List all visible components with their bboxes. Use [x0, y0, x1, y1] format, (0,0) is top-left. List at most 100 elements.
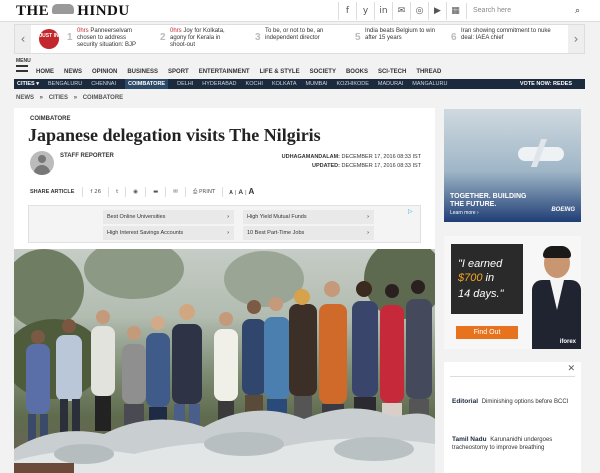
- dateline-value: DECEMBER 17, 2016 08:33 IST: [341, 154, 421, 160]
- city-chennai[interactable]: CHENNAI: [91, 79, 116, 89]
- nav-item-life-style[interactable]: LIFE & STYLE: [260, 66, 300, 78]
- epaper-icon[interactable]: ▦: [446, 2, 464, 20]
- facebook-share-button[interactable]: f 26: [82, 187, 108, 197]
- city-bengaluru[interactable]: BENGALURU: [48, 79, 82, 89]
- logo-text-hindu: HINDU: [77, 3, 130, 19]
- reddit-share-button[interactable]: ◉: [125, 187, 145, 197]
- man-hair: [543, 246, 571, 258]
- nav-item-entertainment[interactable]: ENTERTAINMENT: [199, 66, 250, 78]
- city-coimbatore[interactable]: COIMBATORE: [125, 79, 169, 89]
- vote-now-link[interactable]: VOTE NOW: REDES: [515, 79, 576, 89]
- nav-item-opinion[interactable]: OPINION: [92, 66, 117, 78]
- nav-item-home[interactable]: HOME: [36, 66, 54, 78]
- ticker-item[interactable]: 1 0hrs Panneerselvam chosen to address s…: [67, 28, 147, 49]
- article-kicker[interactable]: COIMBATORE: [30, 116, 70, 122]
- article-card: COIMBATORE Japanese delegation visits Th…: [14, 108, 435, 473]
- ticker-prev-icon[interactable]: ‹: [15, 25, 31, 53]
- boeing-learn-more[interactable]: Learn more ›: [450, 210, 479, 216]
- story-category[interactable]: Editorial: [452, 398, 478, 405]
- boeing-logo: BOEING: [551, 207, 575, 213]
- ticker-number: 6: [451, 32, 457, 43]
- chevron-right-icon: ›: [227, 214, 229, 220]
- font-size-small-button[interactable]: A: [229, 190, 233, 196]
- photo-illustration: [14, 249, 435, 473]
- iforex-logo: iforex: [559, 339, 576, 345]
- related-story[interactable]: Tamil Nadu Karunanidhi undergoes tracheo…: [452, 436, 574, 452]
- font-size-controls: A | A | A: [222, 187, 260, 197]
- city-delhi[interactable]: DELHI: [177, 79, 193, 89]
- print-button[interactable]: ⎙ PRINT: [184, 187, 222, 197]
- facebook-icon[interactable]: f: [338, 2, 356, 20]
- ticker-item[interactable]: 6 Iran showing commitment to nuke deal: …: [451, 28, 561, 43]
- youtube-icon[interactable]: ▶: [428, 2, 446, 20]
- city-hyderabad[interactable]: HYDERABAD: [202, 79, 236, 89]
- chevron-right-icon: ›: [227, 230, 229, 236]
- ticker-item[interactable]: 2 0hrs Joy for Kolkata, agony for Kerala…: [160, 28, 238, 49]
- search-icon[interactable]: ⌕: [575, 3, 580, 19]
- breadcrumb-coimbatore[interactable]: COIMBATORE: [83, 95, 123, 101]
- share-label: SHARE ARTICLE: [30, 189, 75, 195]
- ad-link-label: Best Online Universities: [107, 214, 166, 220]
- forex-line3: 14 days.": [458, 288, 504, 300]
- linkedin-icon[interactable]: in: [374, 2, 392, 20]
- ad-link[interactable]: Best Online Universities ›: [103, 210, 234, 224]
- instagram-icon[interactable]: ◎: [410, 2, 428, 20]
- article-photo[interactable]: [14, 249, 435, 473]
- email-share-button[interactable]: ✉: [165, 187, 185, 197]
- city-madurai[interactable]: MADURAI: [378, 79, 403, 89]
- twitter-icon[interactable]: y: [356, 2, 374, 20]
- find-out-button[interactable]: Find Out: [456, 326, 518, 339]
- nav-item-thread[interactable]: THREAD: [416, 66, 441, 78]
- nav-item-books[interactable]: BOOKS: [346, 66, 368, 78]
- email-icon[interactable]: ✉: [392, 2, 410, 20]
- cities-bar: CITIES ▾ BENGALURU CHENNAI COIMBATORE DE…: [14, 79, 585, 89]
- divider: [450, 376, 575, 377]
- city-mumbai[interactable]: MUMBAI: [306, 79, 328, 89]
- nav-item-society[interactable]: SOCIETY: [310, 66, 336, 78]
- ad-link[interactable]: High Interest Savings Accounts ›: [103, 226, 234, 240]
- breadcrumb-separator: »: [39, 95, 44, 101]
- ad-choices-icon[interactable]: ▷: [408, 208, 416, 216]
- menu-label: MENU: [16, 58, 31, 64]
- ticker-next-icon[interactable]: ›: [568, 25, 584, 53]
- font-size-large-button[interactable]: A: [249, 187, 255, 196]
- site-logo[interactable]: THE HINDU: [16, 3, 130, 20]
- city-kolkata[interactable]: KOLKATA: [272, 79, 297, 89]
- updated-value: DECEMBER 17, 2016 08:33 IST: [341, 163, 421, 169]
- font-size-medium-button[interactable]: A: [238, 189, 243, 196]
- ticker-item[interactable]: 5 India beats Belgium to win after 15 ye…: [355, 28, 443, 43]
- cities-dropdown[interactable]: CITIES ▾: [14, 79, 39, 89]
- boeing-ad[interactable]: TOGETHER. BUILDING THE FUTURE. Learn mor…: [444, 109, 581, 222]
- nav-item-news[interactable]: NEWS: [64, 66, 82, 78]
- ad-link[interactable]: 10 Best Part-Time Jobs ›: [243, 226, 374, 240]
- sponsored-links-panel: Best Online Universities › High Yield Mut…: [28, 205, 421, 243]
- boeing-tagline: TOGETHER. BUILDING THE FUTURE.: [450, 193, 527, 208]
- city-mangaluru[interactable]: MANGALURU: [412, 79, 447, 89]
- twitter-share-button[interactable]: t: [108, 187, 125, 197]
- story-category[interactable]: Tamil Nadu: [452, 436, 487, 443]
- close-icon[interactable]: ✕: [567, 364, 575, 374]
- chevron-right-icon: ›: [367, 214, 369, 220]
- nav-item-sci-tech[interactable]: SCI-TECH: [378, 66, 406, 78]
- search-input[interactable]: Search here ⌕: [466, 3, 584, 19]
- comments-button[interactable]: ▬: [145, 187, 165, 197]
- breadcrumb: NEWS » CITIES » COIMBATORE: [16, 95, 127, 101]
- forex-line2: $700 in: [458, 272, 494, 284]
- nav-item-business[interactable]: BUSINESS: [127, 66, 158, 78]
- article-byline[interactable]: STAFF REPORTER: [60, 153, 114, 159]
- breadcrumb-cities[interactable]: CITIES: [49, 95, 68, 101]
- city-kochi[interactable]: KOCHI: [246, 79, 263, 89]
- related-story[interactable]: Editorial Diminishing options before BCC…: [452, 398, 574, 406]
- forex-ad[interactable]: "I earned $700 in 14 days." Find Out ifo…: [444, 236, 581, 349]
- ad-link[interactable]: High Yield Mutual Funds ›: [243, 210, 374, 224]
- story-title[interactable]: Diminishing options before BCCI: [482, 399, 569, 405]
- nav-item-sport[interactable]: SPORT: [168, 66, 189, 78]
- city-kozhikode[interactable]: KOZHIKODE: [337, 79, 369, 89]
- breadcrumb-news[interactable]: NEWS: [16, 95, 34, 101]
- forex-line1: "I earned: [458, 258, 503, 270]
- logo-text-the: THE: [16, 3, 50, 19]
- ticker-item[interactable]: 3 To be, or not to be, an independent di…: [255, 28, 343, 43]
- ad-link-label: High Yield Mutual Funds: [247, 214, 307, 220]
- chevron-right-icon: ›: [367, 230, 369, 236]
- top-bar: THE HINDU f y in ✉ ◎ ▶ ▦ Search here ⌕: [0, 0, 600, 22]
